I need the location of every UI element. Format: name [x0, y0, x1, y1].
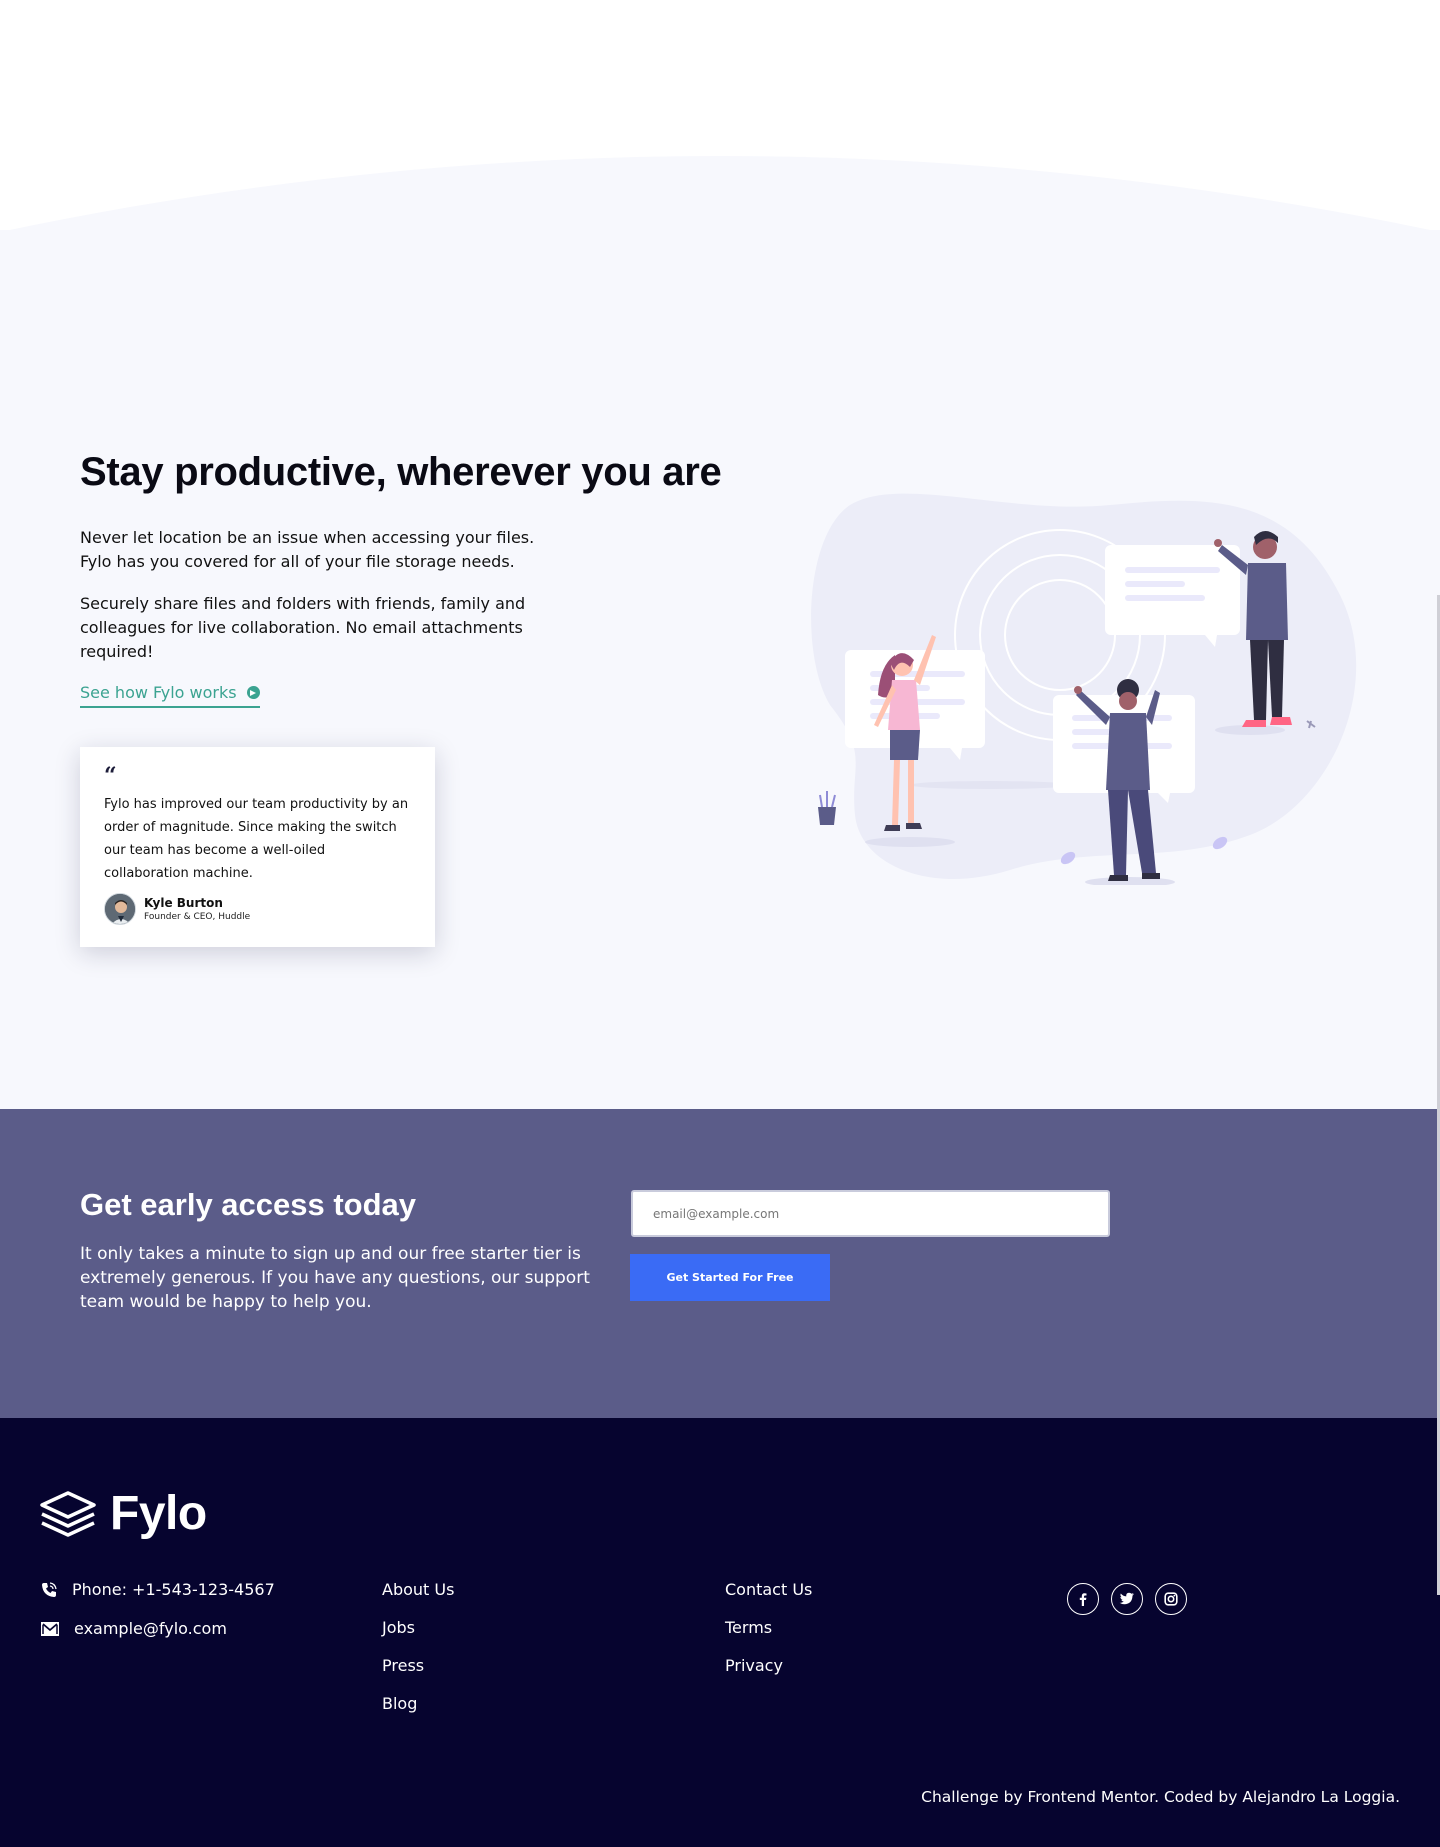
logo-text: Fylo [110, 1487, 207, 1540]
footer-link-about-us[interactable]: About Us [382, 1580, 454, 1618]
phone-icon [42, 1581, 57, 1597]
phone-text: Phone: +1-543-123-4567 [72, 1580, 275, 1599]
social-links [1067, 1583, 1187, 1615]
instagram-icon[interactable] [1155, 1583, 1187, 1615]
footer-link-terms[interactable]: Terms [725, 1618, 812, 1656]
footer-links-col1: About Us Jobs Press Blog [382, 1580, 454, 1732]
email-icon [41, 1621, 59, 1636]
testimonial-quote: Fylo has improved our team productivity … [104, 797, 409, 881]
footer-links-col2: Contact Us Terms Privacy [725, 1580, 812, 1694]
see-how-fylo-works-link[interactable]: See how Fylo works [80, 680, 260, 708]
quote-icon: “ [104, 763, 117, 789]
productive-section: Stay productive, wherever you are Never … [0, 230, 1440, 1109]
email-text[interactable]: example@fylo.com [74, 1619, 227, 1638]
contact-phone: Phone: +1-543-123-4567 [40, 1580, 275, 1599]
contact-email: example@fylo.com [40, 1619, 227, 1638]
footer-link-jobs[interactable]: Jobs [382, 1618, 454, 1656]
footer-link-blog[interactable]: Blog [382, 1694, 454, 1732]
footer: Fylo Phone: +1-543-123-4567 example@fylo… [0, 1418, 1440, 1847]
productive-illustration [811, 493, 1357, 885]
fylo-logo-icon [40, 1490, 96, 1537]
section-curve [0, 156, 1440, 240]
footer-link-press[interactable]: Press [382, 1656, 454, 1694]
avatar [104, 893, 136, 925]
early-access-text: It only takes a minute to sign up and ou… [80, 1244, 590, 1312]
twitter-icon[interactable] [1111, 1583, 1143, 1615]
early-access-title: Get early access today [80, 1187, 417, 1222]
testimonial-author: Kyle Burton Founder & CEO, Huddle [104, 893, 411, 925]
arrow-right-circle-icon [246, 685, 260, 699]
get-started-button[interactable]: Get Started For Free [630, 1254, 830, 1301]
productive-title: Stay productive, wherever you are [80, 450, 722, 494]
early-access-section: Get early access today It only takes a m… [0, 1109, 1440, 1418]
testimonial-card: “ Fylo has improved our team productivit… [80, 747, 435, 947]
footer-link-contact-us[interactable]: Contact Us [725, 1580, 812, 1618]
facebook-icon[interactable] [1067, 1583, 1099, 1615]
productive-paragraph-2: Securely share files and folders with fr… [80, 594, 526, 661]
footer-credits: Challenge by Frontend Mentor. Coded by A… [921, 1788, 1400, 1806]
productive-paragraph-1: Never let location be an issue when acce… [80, 528, 535, 571]
see-how-link-label: See how Fylo works [80, 682, 237, 702]
fylo-logo[interactable]: Fylo [40, 1486, 207, 1541]
email-input[interactable] [631, 1190, 1110, 1237]
author-name: Kyle Burton [144, 896, 223, 910]
footer-link-privacy[interactable]: Privacy [725, 1656, 812, 1694]
author-role: Founder & CEO, Huddle [144, 912, 251, 922]
